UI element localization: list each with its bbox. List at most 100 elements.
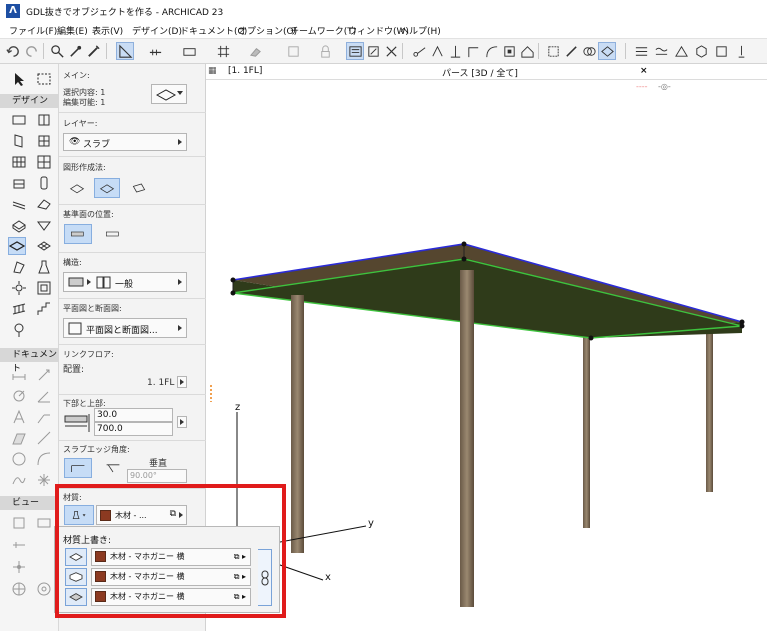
menu-view[interactable]: 表示(V) (92, 24, 123, 37)
rotated-rectangle-geometry-icon[interactable] (127, 178, 151, 198)
pen-sets-icon[interactable] (652, 42, 670, 60)
door-tool-icon[interactable] (10, 132, 28, 150)
eraser-icon[interactable] (246, 42, 264, 60)
3d-box-icon[interactable] (692, 42, 710, 60)
ruler-icon[interactable] (146, 42, 164, 60)
fillet-icon[interactable] (482, 42, 500, 60)
menu-edit[interactable]: 編集(E) (57, 24, 88, 37)
wall-tool-icon[interactable] (10, 111, 28, 129)
eyedropper-icon[interactable] (66, 42, 84, 60)
undo-icon[interactable] (4, 42, 22, 60)
polygon-geometry-icon[interactable] (65, 178, 89, 198)
rectangle-icon[interactable] (284, 42, 302, 60)
lamp-tool-icon[interactable] (10, 279, 28, 297)
placement-dropdown[interactable] (177, 376, 187, 388)
zone-tool-icon[interactable] (35, 279, 53, 297)
guide-line-icon[interactable] (180, 42, 198, 60)
label-tool-icon[interactable] (35, 408, 53, 426)
close-tab-icon[interactable]: × (640, 66, 648, 76)
menu-options[interactable]: オプション(O) (238, 24, 297, 37)
model-view-icon[interactable] (672, 42, 690, 60)
shell-tool-icon[interactable] (10, 216, 28, 234)
line-tool-icon[interactable] (35, 429, 53, 447)
magic-wand-icon[interactable] (382, 42, 400, 60)
layer-settings-icon[interactable] (632, 42, 650, 60)
camera-tool-icon[interactable] (35, 580, 53, 598)
book-icon[interactable] (712, 42, 730, 60)
window-tool-icon[interactable] (35, 132, 53, 150)
roof-tool-icon[interactable] (35, 195, 53, 213)
height-dropdown[interactable] (177, 416, 187, 428)
angle-field[interactable]: 90.00° (127, 469, 187, 483)
top-reference-icon[interactable] (64, 224, 92, 244)
column-tool-icon[interactable] (35, 174, 53, 192)
snap-guides-icon[interactable] (116, 42, 134, 60)
tab-floor-plan[interactable]: [1. 1FL] (228, 66, 262, 76)
stair-tool-icon[interactable] (10, 174, 28, 192)
offset-icon[interactable] (500, 42, 518, 60)
menu-help[interactable]: ヘルプ(H) (400, 24, 441, 37)
find-select-icon[interactable] (48, 42, 66, 60)
cursor-icon[interactable] (732, 42, 750, 60)
arrow-tool-icon[interactable] (10, 70, 28, 88)
angled-edge-icon[interactable] (101, 458, 125, 478)
skylight-tool-icon[interactable] (35, 216, 53, 234)
3d-viewport[interactable]: ---- -◎- z y x (207, 81, 767, 631)
section-tool-icon[interactable] (10, 514, 28, 532)
beam-tool-icon[interactable] (10, 195, 28, 213)
adjust-icon[interactable] (428, 42, 446, 60)
curtainwall-tool-icon[interactable] (10, 153, 28, 171)
angle-dimension-tool-icon[interactable] (35, 387, 53, 405)
thickness-field[interactable]: 30.0 (94, 408, 173, 422)
detail-tool-icon[interactable] (10, 580, 28, 598)
hotspot-tool-icon[interactable] (35, 471, 53, 489)
pen-icon[interactable] (562, 42, 580, 60)
marquee-tool-icon[interactable] (35, 70, 53, 88)
grid-icon[interactable]: ▦ (208, 66, 217, 76)
group-icon[interactable] (580, 42, 598, 60)
worksheet-tool-icon[interactable] (10, 558, 28, 576)
spline-tool-icon[interactable] (10, 471, 28, 489)
object-tool-icon[interactable] (35, 258, 53, 276)
slab-settings-button[interactable] (151, 84, 187, 104)
tab-perspective[interactable]: パース [3D / 全て] (442, 66, 518, 79)
mesh-tool-icon[interactable] (35, 237, 53, 255)
stair-flight-tool-icon[interactable] (35, 300, 53, 318)
dimension-tool-icon[interactable] (10, 366, 28, 384)
vertical-edge-icon[interactable] (64, 458, 92, 478)
elevation-tool-icon[interactable] (35, 514, 53, 532)
grid-snap-icon[interactable] (214, 42, 232, 60)
roof-icon[interactable] (518, 42, 536, 60)
syringe-icon[interactable] (84, 42, 102, 60)
split-icon[interactable] (410, 42, 428, 60)
text-tool-icon[interactable] (10, 408, 28, 426)
circle-tool-icon[interactable] (10, 450, 28, 468)
morph-tool-icon[interactable] (10, 258, 28, 276)
rectangle-geometry-icon[interactable] (94, 178, 120, 198)
layer-dropdown[interactable]: 👁 スラブ (63, 133, 187, 151)
level-dimension-tool-icon[interactable] (35, 366, 53, 384)
structure-dropdown[interactable]: 一般 (63, 272, 187, 292)
grid-element-tool-icon[interactable] (10, 321, 28, 339)
interior-elevation-tool-icon[interactable] (10, 536, 28, 554)
3d-display-icon[interactable] (598, 42, 616, 60)
radial-dimension-tool-icon[interactable] (10, 387, 28, 405)
bottom-reference-icon[interactable] (99, 224, 127, 244)
menu-teamwork[interactable]: チームワーク(T) (290, 24, 356, 37)
slab-tool-icon[interactable] (8, 237, 26, 255)
elevation-field[interactable]: 700.0 (94, 422, 173, 436)
elevate-icon[interactable] (446, 42, 464, 60)
menu-file[interactable]: ファイル(F) (9, 24, 57, 37)
menu-design[interactable]: デザイン(D) (132, 24, 182, 37)
curtain-wall-tool-icon[interactable] (35, 111, 53, 129)
solid-ops-icon[interactable] (544, 42, 562, 60)
suspend-groups-icon[interactable] (346, 42, 364, 60)
grid-tool-icon[interactable] (35, 153, 53, 171)
trace-icon[interactable] (364, 42, 382, 60)
intersect-icon[interactable] (464, 42, 482, 60)
arc-tool-icon[interactable] (35, 450, 53, 468)
railing-tool-icon[interactable] (10, 300, 28, 318)
lock-icon[interactable] (316, 42, 334, 60)
plan-section-button[interactable]: 平面図と断面図... (63, 318, 187, 338)
redo-icon[interactable] (22, 42, 40, 60)
